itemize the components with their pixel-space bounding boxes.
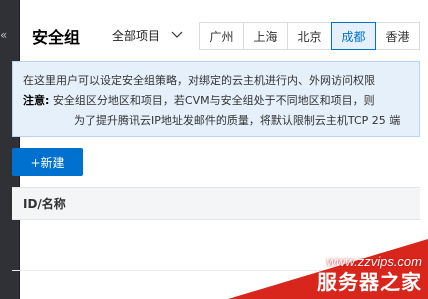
table-header: ID/名称 [12,187,420,220]
chevron-down-icon [171,31,183,38]
create-button[interactable]: +新建 [12,148,83,176]
project-select-label: 全部项目 [112,28,161,43]
notice-line-2-text: 安全组区分地区和项目，若CVM与安全组处于不同地区和项目，则 [52,94,375,107]
region-tabs: 广州 上海 北京 成都 香港 [199,22,420,50]
tab-region-beijing[interactable]: 北京 [287,22,332,50]
page-header: 安全组 全部项目 广州 上海 北京 成都 香港 [20,0,428,56]
watermark: www.zzvips.com 服务器之家 [198,239,428,299]
notice-label: 注意: [23,94,50,107]
project-select[interactable]: 全部项目 [112,26,184,44]
collapse-icon[interactable]: « [0,28,10,42]
column-header-id-name[interactable]: ID/名称 [23,195,66,212]
tab-region-guangzhou[interactable]: 广州 [199,22,244,50]
notice-line-2: 注意: 安全组区分地区和项目，若CVM与安全组处于不同地区和项目，则 [23,91,419,111]
notice-line-3: 为了提升腾讯云IP地址发邮件的质量，将默认限制云主机TCP 25 端 [74,114,401,127]
tab-region-chengdu[interactable]: 成都 [331,22,376,50]
info-notice: 在这里用户可以设定安全组策略，对绑定的云主机进行内、外网访问权限 注意: 安全组… [12,61,420,137]
page-title: 安全组 [32,28,81,47]
watermark-brand: 服务器之家 [317,270,422,294]
tab-region-shanghai[interactable]: 上海 [243,22,288,50]
tab-region-hongkong[interactable]: 香港 [375,22,420,50]
notice-line-1: 在这里用户可以设定安全组策略，对绑定的云主机进行内、外网访问权限 [23,74,375,87]
